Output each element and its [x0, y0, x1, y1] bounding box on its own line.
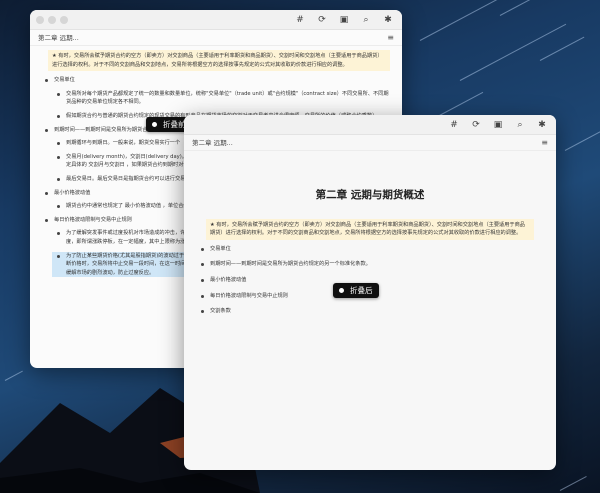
breadcrumb-bar: 第二章 远期... ≡	[184, 135, 556, 151]
close-button[interactable]	[36, 16, 44, 24]
zoom-button[interactable]	[60, 16, 68, 24]
titlebar: # ⟳ ▣ ⌕ ✱	[184, 115, 556, 135]
badge-label: 折叠后	[350, 286, 373, 295]
menu-icon[interactable]: ≡	[387, 30, 394, 46]
breadcrumb[interactable]: 第二章 远期...	[38, 34, 79, 42]
outline-item[interactable]: 交易单位	[40, 76, 392, 85]
menu-icon[interactable]: ≡	[541, 135, 548, 151]
hash-icon[interactable]: #	[448, 118, 460, 132]
note-block: ★ 有时，交易所会赋予期货合约的空方（即卖方）对交割商品（主要适用于利率期货和商…	[48, 50, 390, 72]
cursor-dot-icon	[150, 120, 159, 129]
refresh-icon[interactable]: ⟳	[470, 118, 482, 132]
search-icon[interactable]: ⌕	[360, 13, 372, 27]
pin-icon[interactable]: ✱	[382, 13, 394, 27]
note-block: ★ 有时，交易所会赋予期货合约的空方（即卖方）对交割商品（主要适用于利率期货和商…	[206, 218, 534, 240]
minimize-button[interactable]	[48, 16, 56, 24]
window-icon[interactable]: ▣	[338, 13, 350, 27]
pin-icon[interactable]: ✱	[536, 118, 548, 132]
badge-label: 折叠前	[163, 120, 186, 129]
page-title: 第二章 远期与期货概述	[315, 189, 425, 201]
outline-item[interactable]: 交易单位	[196, 245, 544, 254]
titlebar: # ⟳ ▣ ⌕ ✱	[30, 10, 402, 30]
outline-item[interactable]: 交易所对每个期货产品都规定了统一的数量和数量单位，统称"交易单位"（trade …	[52, 90, 392, 107]
hash-icon[interactable]: #	[294, 13, 306, 27]
outline-item[interactable]: 交割条款	[196, 307, 544, 316]
cursor-dot-icon	[337, 286, 346, 295]
breadcrumb-bar: 第二章 远期... ≡	[30, 30, 402, 46]
search-icon[interactable]: ⌕	[514, 118, 526, 132]
window-icon[interactable]: ▣	[492, 118, 504, 132]
refresh-icon[interactable]: ⟳	[316, 13, 328, 27]
breadcrumb[interactable]: 第二章 远期...	[192, 139, 233, 147]
outline-item[interactable]: 到期时间——到期时间是交易所为期货合约规定的另一个标准化条款。	[196, 260, 544, 269]
after-fold-badge: 折叠后	[333, 283, 379, 298]
